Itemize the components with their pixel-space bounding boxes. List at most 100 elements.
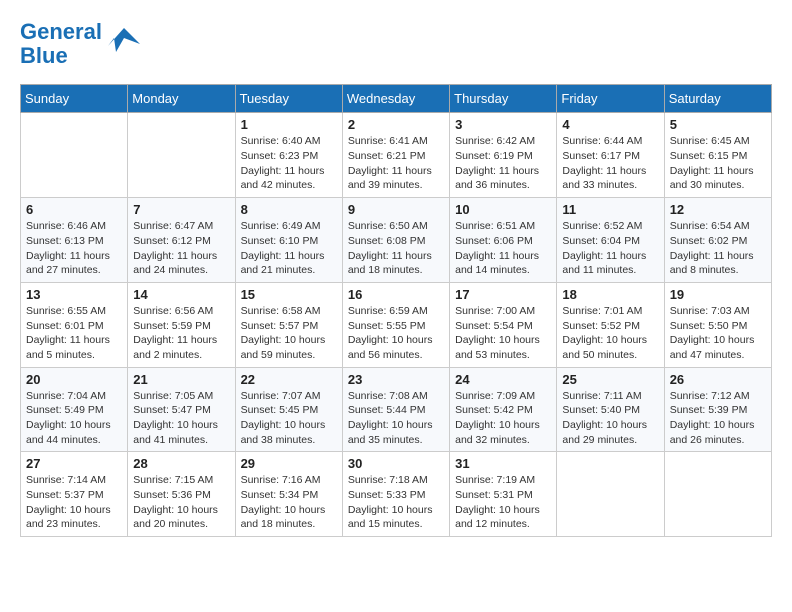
day-info: Sunrise: 7:12 AM Sunset: 5:39 PM Dayligh…: [670, 389, 766, 448]
day-info: Sunrise: 6:51 AM Sunset: 6:06 PM Dayligh…: [455, 219, 551, 278]
logo-bird-icon: [106, 24, 142, 60]
calendar-cell: 24 Sunrise: 7:09 AM Sunset: 5:42 PM Dayli…: [450, 367, 557, 452]
day-number: 14: [133, 287, 229, 302]
calendar-cell: 11Sunrise: 6:52 AM Sunset: 6:04 PM Dayli…: [557, 198, 664, 283]
page-header: General Blue: [20, 20, 772, 68]
calendar-cell: 8 Sunrise: 6:49 AM Sunset: 6:10 PM Daylig…: [235, 198, 342, 283]
day-number: 15: [241, 287, 337, 302]
calendar-cell: 31 Sunrise: 7:19 AM Sunset: 5:31 PM Dayli…: [450, 452, 557, 537]
day-number: 16: [348, 287, 444, 302]
day-number: 17: [455, 287, 551, 302]
day-number: 8: [241, 202, 337, 217]
day-number: 31: [455, 456, 551, 471]
calendar-cell: 21 Sunrise: 7:05 AM Sunset: 5:47 PM Dayli…: [128, 367, 235, 452]
day-number: 26: [670, 372, 766, 387]
calendar-week-1: 1 Sunrise: 6:40 AM Sunset: 6:23 PM Daylig…: [21, 113, 772, 198]
day-info: Sunrise: 7:08 AM Sunset: 5:44 PM Dayligh…: [348, 389, 444, 448]
day-info: Sunrise: 6:44 AM Sunset: 6:17 PM Dayligh…: [562, 134, 658, 193]
calendar-cell: [557, 452, 664, 537]
day-info: Sunrise: 7:05 AM Sunset: 5:47 PM Dayligh…: [133, 389, 229, 448]
day-info: Sunrise: 7:09 AM Sunset: 5:42 PM Dayligh…: [455, 389, 551, 448]
day-info: Sunrise: 7:01 AM Sunset: 5:52 PM Dayligh…: [562, 304, 658, 363]
day-info: Sunrise: 7:11 AM Sunset: 5:40 PM Dayligh…: [562, 389, 658, 448]
day-number: 24: [455, 372, 551, 387]
calendar-cell: 14 Sunrise: 6:56 AM Sunset: 5:59 PM Dayli…: [128, 282, 235, 367]
day-number: 11: [562, 202, 658, 217]
calendar-cell: 26 Sunrise: 7:12 AM Sunset: 5:39 PM Dayli…: [664, 367, 771, 452]
weekday-header-tuesday: Tuesday: [235, 85, 342, 113]
day-info: Sunrise: 6:59 AM Sunset: 5:55 PM Dayligh…: [348, 304, 444, 363]
calendar-cell: 17Sunrise: 7:00 AM Sunset: 5:54 PM Dayli…: [450, 282, 557, 367]
day-info: Sunrise: 6:46 AM Sunset: 6:13 PM Dayligh…: [26, 219, 122, 278]
calendar-cell: 23 Sunrise: 7:08 AM Sunset: 5:44 PM Dayli…: [342, 367, 449, 452]
day-number: 29: [241, 456, 337, 471]
day-number: 13: [26, 287, 122, 302]
day-info: Sunrise: 6:56 AM Sunset: 5:59 PM Dayligh…: [133, 304, 229, 363]
weekday-header-monday: Monday: [128, 85, 235, 113]
calendar-cell: 30Sunrise: 7:18 AM Sunset: 5:33 PM Dayli…: [342, 452, 449, 537]
calendar-cell: [128, 113, 235, 198]
calendar-week-5: 27Sunrise: 7:14 AM Sunset: 5:37 PM Dayli…: [21, 452, 772, 537]
day-info: Sunrise: 7:15 AM Sunset: 5:36 PM Dayligh…: [133, 473, 229, 532]
calendar-cell: 16 Sunrise: 6:59 AM Sunset: 5:55 PM Dayli…: [342, 282, 449, 367]
calendar-cell: 12 Sunrise: 6:54 AM Sunset: 6:02 PM Dayli…: [664, 198, 771, 283]
calendar-cell: 4 Sunrise: 6:44 AM Sunset: 6:17 PM Daylig…: [557, 113, 664, 198]
day-number: 27: [26, 456, 122, 471]
calendar-cell: 5 Sunrise: 6:45 AM Sunset: 6:15 PM Daylig…: [664, 113, 771, 198]
day-number: 1: [241, 117, 337, 132]
calendar-week-2: 6 Sunrise: 6:46 AM Sunset: 6:13 PM Daylig…: [21, 198, 772, 283]
calendar-table: SundayMondayTuesdayWednesdayThursdayFrid…: [20, 84, 772, 537]
calendar-week-4: 20Sunrise: 7:04 AM Sunset: 5:49 PM Dayli…: [21, 367, 772, 452]
day-info: Sunrise: 6:40 AM Sunset: 6:23 PM Dayligh…: [241, 134, 337, 193]
calendar-cell: 7 Sunrise: 6:47 AM Sunset: 6:12 PM Daylig…: [128, 198, 235, 283]
calendar-cell: 6 Sunrise: 6:46 AM Sunset: 6:13 PM Daylig…: [21, 198, 128, 283]
day-number: 2: [348, 117, 444, 132]
calendar-cell: 10 Sunrise: 6:51 AM Sunset: 6:06 PM Dayli…: [450, 198, 557, 283]
day-info: Sunrise: 6:42 AM Sunset: 6:19 PM Dayligh…: [455, 134, 551, 193]
day-number: 25: [562, 372, 658, 387]
day-info: Sunrise: 7:19 AM Sunset: 5:31 PM Dayligh…: [455, 473, 551, 532]
calendar-cell: 19Sunrise: 7:03 AM Sunset: 5:50 PM Dayli…: [664, 282, 771, 367]
logo-text2: Blue: [20, 44, 102, 68]
calendar-header-row: SundayMondayTuesdayWednesdayThursdayFrid…: [21, 85, 772, 113]
calendar-cell: 27Sunrise: 7:14 AM Sunset: 5:37 PM Dayli…: [21, 452, 128, 537]
day-number: 28: [133, 456, 229, 471]
calendar-cell: 3Sunrise: 6:42 AM Sunset: 6:19 PM Daylig…: [450, 113, 557, 198]
calendar-cell: 29 Sunrise: 7:16 AM Sunset: 5:34 PM Dayli…: [235, 452, 342, 537]
day-info: Sunrise: 6:50 AM Sunset: 6:08 PM Dayligh…: [348, 219, 444, 278]
day-number: 4: [562, 117, 658, 132]
day-number: 6: [26, 202, 122, 217]
calendar-cell: 9 Sunrise: 6:50 AM Sunset: 6:08 PM Daylig…: [342, 198, 449, 283]
day-number: 18: [562, 287, 658, 302]
logo: General Blue: [20, 20, 142, 68]
calendar-week-3: 13 Sunrise: 6:55 AM Sunset: 6:01 PM Dayli…: [21, 282, 772, 367]
day-number: 21: [133, 372, 229, 387]
weekday-header-wednesday: Wednesday: [342, 85, 449, 113]
day-info: Sunrise: 6:45 AM Sunset: 6:15 PM Dayligh…: [670, 134, 766, 193]
day-number: 10: [455, 202, 551, 217]
day-info: Sunrise: 7:07 AM Sunset: 5:45 PM Dayligh…: [241, 389, 337, 448]
day-info: Sunrise: 6:58 AM Sunset: 5:57 PM Dayligh…: [241, 304, 337, 363]
calendar-cell: 22 Sunrise: 7:07 AM Sunset: 5:45 PM Dayli…: [235, 367, 342, 452]
weekday-header-thursday: Thursday: [450, 85, 557, 113]
weekday-header-sunday: Sunday: [21, 85, 128, 113]
calendar-cell: 25 Sunrise: 7:11 AM Sunset: 5:40 PM Dayli…: [557, 367, 664, 452]
calendar-cell: [664, 452, 771, 537]
day-info: Sunrise: 6:55 AM Sunset: 6:01 PM Dayligh…: [26, 304, 122, 363]
calendar-cell: 20Sunrise: 7:04 AM Sunset: 5:49 PM Dayli…: [21, 367, 128, 452]
day-number: 12: [670, 202, 766, 217]
weekday-header-saturday: Saturday: [664, 85, 771, 113]
day-info: Sunrise: 7:16 AM Sunset: 5:34 PM Dayligh…: [241, 473, 337, 532]
calendar-cell: 2Sunrise: 6:41 AM Sunset: 6:21 PM Daylig…: [342, 113, 449, 198]
calendar-body: 1 Sunrise: 6:40 AM Sunset: 6:23 PM Daylig…: [21, 113, 772, 537]
day-info: Sunrise: 6:54 AM Sunset: 6:02 PM Dayligh…: [670, 219, 766, 278]
day-number: 23: [348, 372, 444, 387]
calendar-cell: 15 Sunrise: 6:58 AM Sunset: 5:57 PM Dayli…: [235, 282, 342, 367]
day-info: Sunrise: 6:49 AM Sunset: 6:10 PM Dayligh…: [241, 219, 337, 278]
logo-text: General: [20, 20, 102, 44]
day-number: 5: [670, 117, 766, 132]
day-number: 22: [241, 372, 337, 387]
day-number: 7: [133, 202, 229, 217]
day-number: 9: [348, 202, 444, 217]
day-info: Sunrise: 6:47 AM Sunset: 6:12 PM Dayligh…: [133, 219, 229, 278]
